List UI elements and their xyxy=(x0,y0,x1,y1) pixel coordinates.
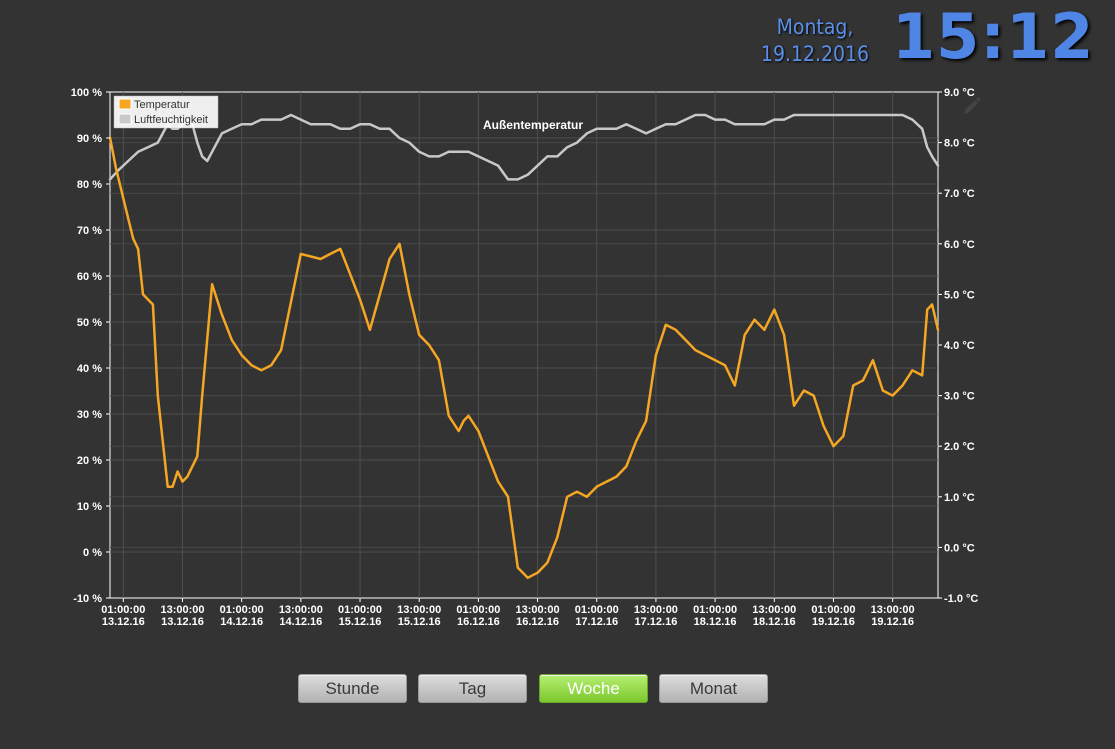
legend-label-temperatur: Temperatur xyxy=(134,99,190,111)
left-axis-tick-label: 50 % xyxy=(77,317,102,329)
x-axis-tick-time: 01:00:00 xyxy=(101,604,145,616)
right-axis-tick-label: -1.0 °C xyxy=(944,593,978,605)
x-axis-tick-date: 18.12.16 xyxy=(694,616,737,628)
left-axis-tick-label: 90 % xyxy=(77,133,102,145)
range-button-stunde[interactable]: Stunde xyxy=(298,674,407,703)
x-axis-tick-time: 13:00:00 xyxy=(279,604,323,616)
right-axis-tick-label: 1.0 °C xyxy=(944,492,975,504)
left-axis-tick-label: 20 % xyxy=(77,455,102,467)
x-axis-tick-time: 01:00:00 xyxy=(811,604,855,616)
legend-swatch-luftfeuchtigkeit xyxy=(118,113,132,125)
x-axis-tick-date: 15.12.16 xyxy=(398,616,441,628)
x-axis-tick-date: 18.12.16 xyxy=(753,616,796,628)
right-axis-tick-label: 2.0 °C xyxy=(944,441,975,453)
right-axis-tick-label: 5.0 °C xyxy=(944,289,975,301)
x-axis-tick-time: 13:00:00 xyxy=(871,604,915,616)
legend-label-luftfeuchtigkeit: Luftfeuchtigkeit xyxy=(134,114,208,126)
left-axis-tick-label: 60 % xyxy=(77,271,102,283)
left-axis-tick-label: -10 % xyxy=(73,593,102,605)
x-axis-tick-date: 13.12.16 xyxy=(102,616,145,628)
x-axis-tick-date: 17.12.16 xyxy=(575,616,618,628)
x-axis-tick-date: 19.12.16 xyxy=(871,616,914,628)
x-axis-tick-time: 13:00:00 xyxy=(160,604,204,616)
pencil-icon[interactable] xyxy=(962,96,982,114)
legend-swatch-temperatur xyxy=(118,98,132,110)
x-axis-tick-date: 13.12.16 xyxy=(161,616,204,628)
x-axis-tick-date: 15.12.16 xyxy=(339,616,382,628)
left-axis-tick-label: 10 % xyxy=(77,501,102,513)
x-axis-tick-time: 13:00:00 xyxy=(516,604,560,616)
x-axis-tick-date: 16.12.16 xyxy=(457,616,500,628)
x-axis-tick-time: 13:00:00 xyxy=(752,604,796,616)
chart-title: Außentemperatur xyxy=(483,118,583,132)
left-axis-tick-label: 80 % xyxy=(77,179,102,191)
legend: Temperatur Luftfeuchtigkeit xyxy=(113,95,219,129)
x-axis-tick-time: 01:00:00 xyxy=(456,604,500,616)
temperature-humidity-chart: 100 % 90 % 80 % 70 % 60 % 50 % 40 % 30 % 20 % 10 … xyxy=(71,87,979,628)
x-axis-tick-time: 01:00:00 xyxy=(338,604,382,616)
left-axis-tick-label: 0 % xyxy=(83,547,102,559)
right-axis-tick-label: 0.0 °C xyxy=(944,542,975,554)
range-button-monat[interactable]: Monat xyxy=(659,674,768,703)
x-axis-tick-date: 19.12.16 xyxy=(812,616,855,628)
range-button-tag[interactable]: Tag xyxy=(418,674,527,703)
x-axis-tick-time: 13:00:00 xyxy=(397,604,441,616)
x-axis-tick-time: 13:00:00 xyxy=(634,604,678,616)
range-button-woche[interactable]: Woche xyxy=(539,674,648,703)
right-axis-tick-label: 3.0 °C xyxy=(944,391,975,403)
right-axis-tick-label: 6.0 °C xyxy=(944,239,975,251)
x-axis-tick-date: 14.12.16 xyxy=(279,616,322,628)
x-axis-tick-date: 14.12.16 xyxy=(220,616,263,628)
right-axis-tick-label: 4.0 °C xyxy=(944,340,975,352)
left-axis-tick-label: 100 % xyxy=(71,87,102,99)
x-axis-tick-time: 01:00:00 xyxy=(220,604,264,616)
dashboard: Montag, 19.12.2016 15:12 100 % 90 % 80 % 70… xyxy=(0,0,1115,749)
right-axis-tick-label: 8.0 °C xyxy=(944,138,975,150)
x-axis-tick-time: 01:00:00 xyxy=(693,604,737,616)
x-axis-tick-date: 17.12.16 xyxy=(635,616,678,628)
x-axis-tick-time: 01:00:00 xyxy=(575,604,619,616)
right-axis-tick-label: 7.0 °C xyxy=(944,188,975,200)
left-axis-tick-label: 70 % xyxy=(77,225,102,237)
left-axis-tick-label: 30 % xyxy=(77,409,102,421)
left-axis-tick-label: 40 % xyxy=(77,363,102,375)
x-axis-tick-date: 16.12.16 xyxy=(516,616,559,628)
